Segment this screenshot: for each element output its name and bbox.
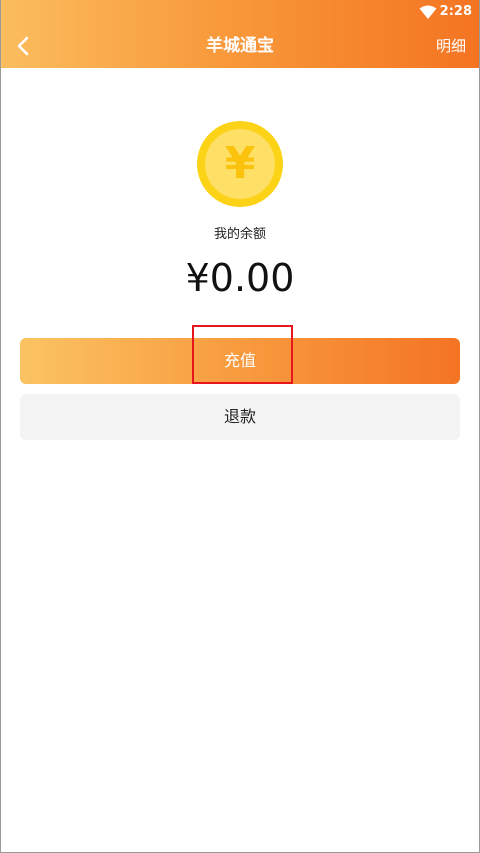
refund-button[interactable]: 退款 [20,394,460,440]
coin-symbol: ¥ [205,129,275,199]
recharge-button[interactable]: 充值 [20,338,460,384]
app-header: 2:28 羊城通宝 明细 [0,0,480,68]
yuan-coin-icon: ¥ [197,121,283,207]
status-time: 2:28 [439,4,472,19]
balance-label: 我的余额 [213,227,266,242]
status-bar: 2:28 [0,0,480,24]
detail-link[interactable]: 明细 [436,34,466,58]
page-title: 羊城通宝 [206,36,274,56]
nav-bar: 羊城通宝 明细 [0,24,480,68]
balance-amount: ¥0.00 [185,256,295,300]
wifi-icon [419,5,437,19]
